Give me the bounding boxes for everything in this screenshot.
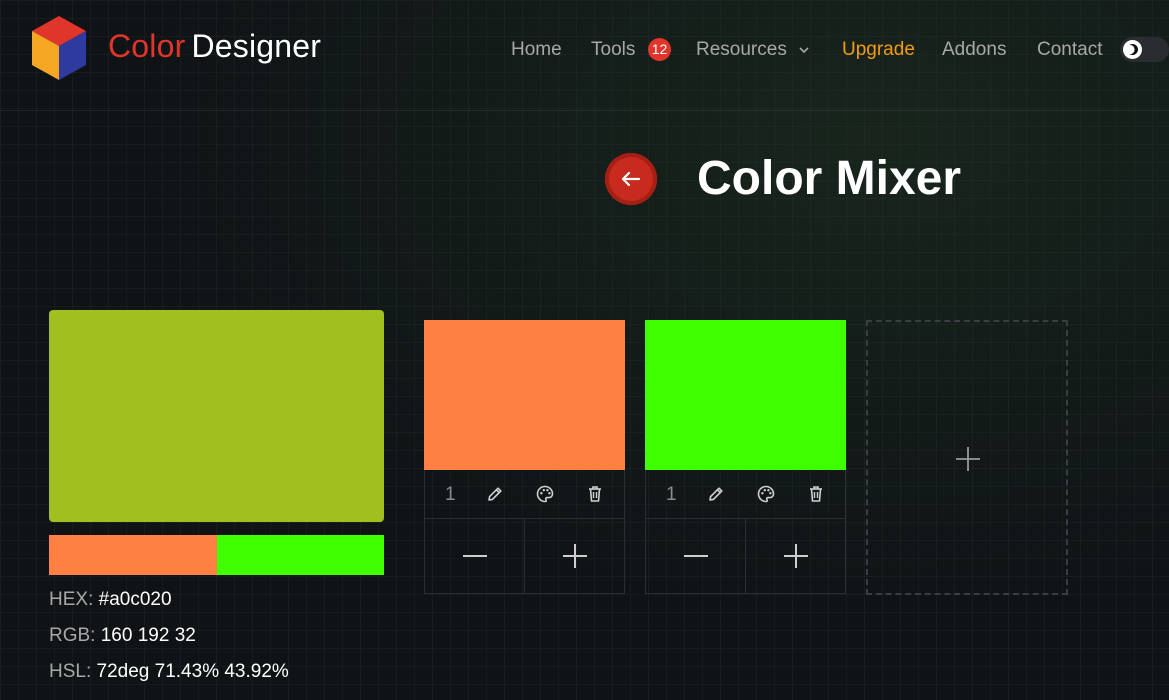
rgb-value[interactable]: 160 192 32 [101,625,196,646]
ratio-segment [49,535,217,575]
moon-icon [1126,44,1138,55]
hsl-label: HSL: [49,661,92,682]
palette-icon[interactable] [756,484,776,504]
nav-upgrade[interactable]: Upgrade [842,38,915,62]
ratio-segment [216,535,384,575]
trash-icon[interactable] [806,484,826,504]
hex-value[interactable]: #a0c020 [99,589,172,610]
chevron-down-icon [799,47,809,54]
hex-label: HEX: [49,589,94,610]
nav-contact[interactable]: Contact [1037,38,1102,62]
mix-color-card: 1 [424,320,625,594]
weight-controls [646,519,845,593]
hsl-info: HSL: 72deg 71.43% 43.92% [49,661,289,683]
card-toolbar: 1 [646,470,845,519]
nav-resources-label: Resources [696,39,787,60]
page-title: Color Mixer [697,152,962,205]
minus-icon [684,555,708,557]
arrow-left-icon [621,171,641,187]
plus-icon [956,447,980,471]
plus-icon [784,544,808,568]
weight-controls [425,519,624,593]
cube-logo-icon[interactable] [28,14,90,82]
theme-toggle[interactable] [1120,37,1169,62]
color-weight: 1 [666,484,677,505]
tools-count-badge: 12 [648,38,671,61]
palette-icon[interactable] [535,484,555,504]
back-button[interactable] [605,153,657,205]
increase-weight-button[interactable] [746,519,845,593]
rgb-label: RGB: [49,625,96,646]
color-swatch[interactable] [424,320,625,470]
pencil-icon[interactable] [706,484,726,504]
add-color-button[interactable] [866,320,1068,595]
nav-addons[interactable]: Addons [942,38,1006,62]
brand-part-designer: Designer [191,28,322,64]
color-swatch[interactable] [645,320,846,470]
decrease-weight-button[interactable] [646,519,746,593]
mix-color-card: 1 [645,320,846,594]
pencil-icon[interactable] [485,484,505,504]
hex-info: HEX: #a0c020 [49,589,172,611]
color-weight: 1 [445,484,456,505]
brand-name[interactable]: Color Designer [108,28,321,65]
mix-ratio-bar [49,535,384,575]
card-toolbar: 1 [425,470,624,519]
trash-icon[interactable] [585,484,605,504]
hsl-value[interactable]: 72deg 71.43% 43.92% [97,661,289,682]
plus-icon [563,544,587,568]
brand-part-color: Color [108,28,186,64]
nav-home[interactable]: Home [511,38,562,62]
site-header: Color Designer Home Tools 12 Resources Up… [0,0,1169,111]
decrease-weight-button[interactable] [425,519,525,593]
increase-weight-button[interactable] [525,519,624,593]
nav-tools[interactable]: Tools 12 [591,38,671,62]
nav-tools-label: Tools [591,39,636,60]
nav-resources[interactable]: Resources [696,38,787,62]
rgb-info: RGB: 160 192 32 [49,625,196,647]
minus-icon [463,555,487,557]
mixed-color-swatch [49,310,384,522]
